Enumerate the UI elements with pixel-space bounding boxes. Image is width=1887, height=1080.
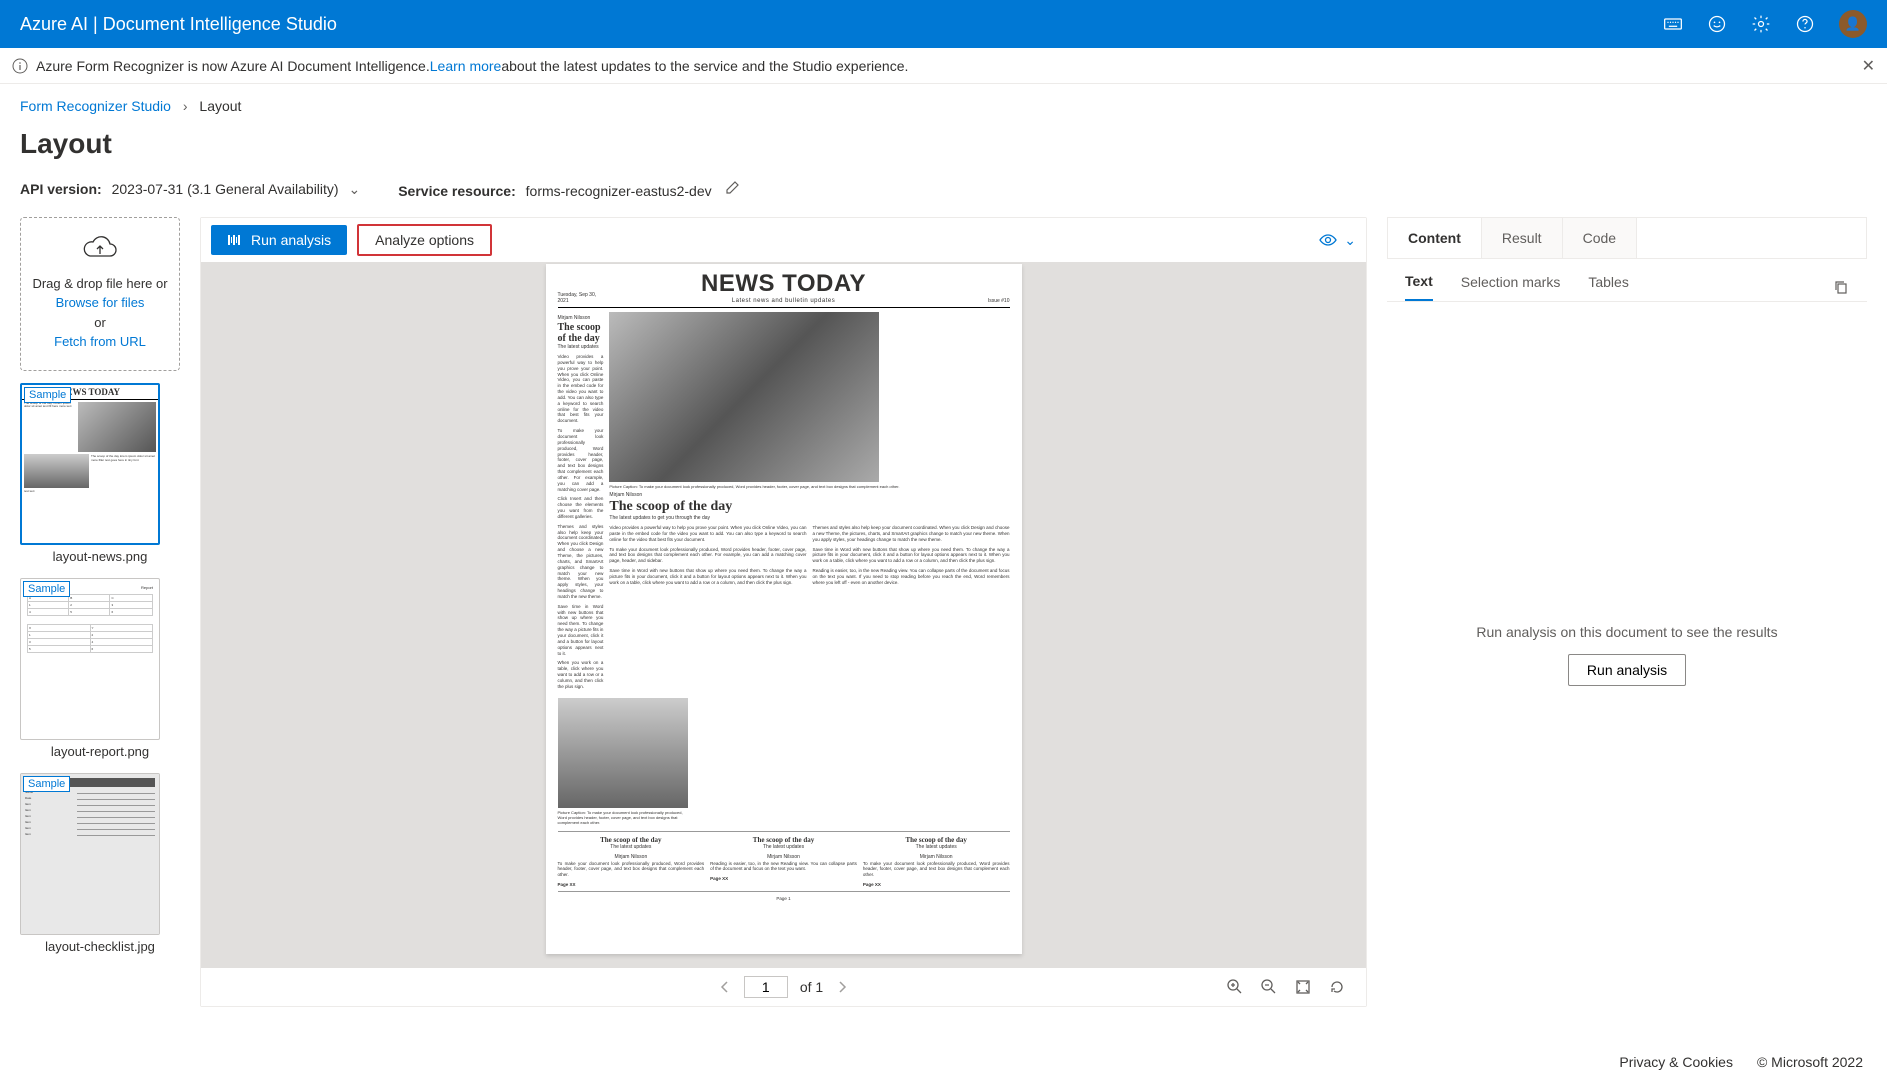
breadcrumb: Form Recognizer Studio › Layout <box>0 84 1887 124</box>
edit-icon[interactable] <box>724 183 740 199</box>
sample-badge: Sample <box>23 581 70 597</box>
dropzone-or: or <box>29 313 171 333</box>
service-resource-display: Service resource: forms-recognizer-eastu… <box>398 180 739 199</box>
thumbnail-image[interactable]: Sample Report ABC123456 XY123456 <box>20 578 160 740</box>
thumbnail-label: layout-checklist.jpg <box>20 939 180 954</box>
header-actions: 👤 <box>1663 10 1867 38</box>
api-version-selector[interactable]: API version: 2023-07-31 (3.1 General Ava… <box>20 181 360 198</box>
doc-issue: Issue #10 <box>970 298 1010 304</box>
api-version-value: 2023-07-31 (3.1 General Availability) <box>112 181 339 197</box>
subtab-text[interactable]: Text <box>1405 273 1433 301</box>
results-empty-state: Run analysis on this document to see the… <box>1387 302 1867 1007</box>
document-preview[interactable]: Tuesday, Sep 30, 2021 NEWS TODAY Latest … <box>201 262 1366 968</box>
doc-date: Tuesday, Sep 30, 2021 <box>558 292 598 304</box>
result-view-tabs: Content Result Code <box>1387 217 1867 259</box>
analyze-options-button[interactable]: Analyze options <box>357 224 492 256</box>
document-viewer: Run analysis Analyze options ⌄ Tuesday, … <box>200 217 1367 1007</box>
breadcrumb-current: Layout <box>199 98 241 114</box>
run-analysis-button-secondary[interactable]: Run analysis <box>1568 654 1686 686</box>
results-panel: Content Result Code Text Selection marks… <box>1387 217 1867 1007</box>
page-navigation: of 1 <box>718 976 849 998</box>
toolbar-right: ⌄ <box>1318 230 1356 250</box>
next-page-button[interactable] <box>835 980 849 994</box>
sample-badge: Sample <box>24 387 71 403</box>
doc-title: NEWS TODAY Latest news and bulletin upda… <box>598 272 970 304</box>
settings-icon[interactable] <box>1751 14 1771 34</box>
fit-page-button[interactable] <box>1294 978 1312 996</box>
page-footer: Privacy & Cookies © Microsoft 2022 <box>1595 1044 1887 1080</box>
thumbnail-label: layout-report.png <box>20 744 180 759</box>
thumbnail-item: Sample Checklist Form Name Date Item Ite… <box>20 773 180 954</box>
thumbnail-item: Sample Report ABC123456 XY123456 layout-… <box>20 578 180 759</box>
document-page: Tuesday, Sep 30, 2021 NEWS TODAY Latest … <box>546 264 1022 954</box>
chevron-down-icon[interactable]: ⌄ <box>1344 232 1356 249</box>
thumbnail-item: Sample NEWS TODAY The scoop of the day. … <box>20 383 180 564</box>
zoom-controls <box>1226 978 1346 996</box>
zoom-out-button[interactable] <box>1260 978 1278 996</box>
run-analysis-button[interactable]: Run analysis <box>211 225 347 255</box>
feedback-icon[interactable] <box>1707 14 1727 34</box>
page-number-input[interactable] <box>744 976 788 998</box>
copy-icon[interactable] <box>1833 279 1849 295</box>
thumbnail-label: layout-news.png <box>20 549 180 564</box>
subtab-tables[interactable]: Tables <box>1588 274 1628 300</box>
analysis-icon <box>227 232 243 248</box>
thumbnail-list: Sample NEWS TODAY The scoop of the day. … <box>20 383 180 954</box>
tab-result[interactable]: Result <box>1482 218 1563 258</box>
empty-message: Run analysis on this document to see the… <box>1476 624 1777 640</box>
info-close-button[interactable]: ✕ <box>1862 56 1875 76</box>
tab-content[interactable]: Content <box>1388 218 1482 258</box>
viewer-footer: of 1 <box>201 968 1366 1006</box>
settings-row: API version: 2023-07-31 (3.1 General Ava… <box>0 170 1887 217</box>
chevron-down-icon: ⌄ <box>348 181 360 197</box>
info-text-suffix: about the latest updates to the service … <box>501 58 908 74</box>
subtab-selection-marks[interactable]: Selection marks <box>1461 274 1561 300</box>
browse-files-link[interactable]: Browse for files <box>29 293 171 313</box>
info-icon <box>12 58 28 74</box>
main-area: Drag & drop file here or Browse for file… <box>0 217 1887 1007</box>
copyright: © Microsoft 2022 <box>1757 1054 1863 1070</box>
viewer-toolbar: Run analysis Analyze options ⌄ <box>201 218 1366 262</box>
prev-page-button[interactable] <box>718 980 732 994</box>
app-title: Azure AI | Document Intelligence Studio <box>20 14 337 35</box>
run-analysis-label: Run analysis <box>251 232 331 248</box>
app-header: Azure AI | Document Intelligence Studio … <box>0 0 1887 48</box>
info-banner: Azure Form Recognizer is now Azure AI Do… <box>0 48 1887 84</box>
chevron-right-icon: › <box>183 98 188 114</box>
file-dropzone[interactable]: Drag & drop file here or Browse for file… <box>20 217 180 371</box>
breadcrumb-root[interactable]: Form Recognizer Studio <box>20 98 171 114</box>
info-text-prefix: Azure Form Recognizer is now Azure AI Do… <box>36 58 430 74</box>
upload-icon <box>82 236 118 262</box>
visibility-icon[interactable] <box>1318 230 1338 250</box>
service-resource-label: Service resource: <box>398 183 516 199</box>
rotate-button[interactable] <box>1328 978 1346 996</box>
zoom-in-button[interactable] <box>1226 978 1244 996</box>
user-avatar[interactable]: 👤 <box>1839 10 1867 38</box>
api-version-label: API version: <box>20 181 102 197</box>
help-icon[interactable] <box>1795 14 1815 34</box>
page-title: Layout <box>0 124 1887 170</box>
fetch-url-link[interactable]: Fetch from URL <box>29 332 171 352</box>
keyboard-icon[interactable] <box>1663 14 1683 34</box>
dropzone-text: Drag & drop file here or <box>29 274 171 294</box>
tab-code[interactable]: Code <box>1563 218 1637 258</box>
privacy-link[interactable]: Privacy & Cookies <box>1619 1054 1733 1070</box>
info-learn-more-link[interactable]: Learn more <box>430 58 502 74</box>
content-subtabs: Text Selection marks Tables <box>1387 259 1867 302</box>
service-resource-value: forms-recognizer-eastus2-dev <box>526 183 712 199</box>
file-panel: Drag & drop file here or Browse for file… <box>20 217 180 1007</box>
thumbnail-image[interactable]: Sample Checklist Form Name Date Item Ite… <box>20 773 160 935</box>
page-total: of 1 <box>800 979 823 995</box>
sample-badge: Sample <box>23 776 70 792</box>
thumbnail-image[interactable]: Sample NEWS TODAY The scoop of the day. … <box>20 383 160 545</box>
